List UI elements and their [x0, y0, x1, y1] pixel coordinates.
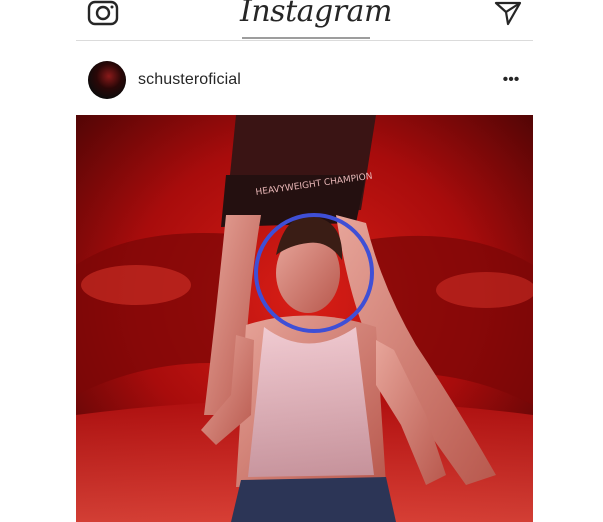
man-jeans	[231, 477, 396, 522]
car-highlight-left	[81, 265, 191, 305]
camera-icon[interactable]	[86, 0, 120, 28]
avatar[interactable]	[88, 61, 126, 99]
post-header: schusteroficial •••	[76, 58, 533, 102]
post-username[interactable]: schusteroficial	[138, 71, 241, 89]
instagram-app: Instagram schusteroficial ••• HEAVYWEIGH…	[76, 0, 533, 522]
instagram-logo[interactable]: Instagram	[240, 0, 392, 30]
send-icon[interactable]	[494, 0, 522, 26]
post-photo[interactable]: HEAVYWEIGHT CHAMPION	[76, 115, 533, 522]
tank-top	[248, 327, 374, 477]
more-options-icon[interactable]: •••	[499, 72, 523, 88]
car-highlight-right	[436, 272, 533, 308]
top-navigation-bar: Instagram	[76, 0, 533, 41]
logo-underline	[242, 37, 370, 39]
